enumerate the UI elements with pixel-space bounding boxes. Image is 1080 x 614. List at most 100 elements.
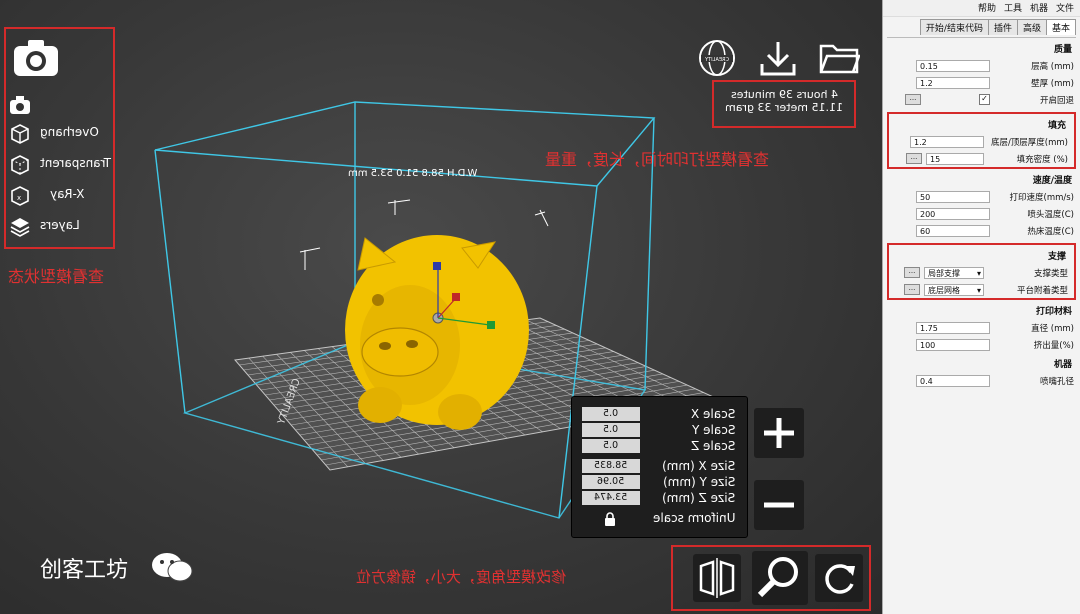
save-download-icon[interactable] bbox=[758, 38, 798, 78]
magnifier-icon bbox=[757, 557, 798, 598]
fill-more-button[interactable]: ... bbox=[906, 153, 922, 164]
fill-density-field[interactable]: 15 bbox=[926, 152, 984, 165]
menu-bar: 帮助 工具 机器 文件 bbox=[883, 0, 1080, 17]
filament-diameter-field[interactable]: 1.75 bbox=[916, 321, 990, 334]
scale-y-label: Scale Y bbox=[691, 423, 735, 437]
mirror-button[interactable] bbox=[693, 554, 741, 602]
scale-panel: 0.5 Scale X 0.5 Scale Y 0.5 Scale Z 58.835 S… bbox=[571, 396, 748, 538]
size-z-label: Size Z (mm) bbox=[661, 491, 735, 505]
layer-height-label: 层高 (mm) bbox=[1031, 61, 1074, 72]
adhesion-more-button[interactable]: ... bbox=[904, 284, 920, 295]
tab-basic[interactable]: 基本 bbox=[1045, 19, 1076, 35]
section-speed-title: 速度/温度 bbox=[1032, 176, 1072, 186]
mirror-icon bbox=[699, 558, 735, 598]
scale-button[interactable] bbox=[752, 551, 808, 605]
section-filament-title: 打印材料 bbox=[1035, 307, 1072, 317]
layers-icon bbox=[10, 218, 30, 237]
flow-label: 挤出量(%) bbox=[1033, 340, 1074, 351]
xray-mode[interactable]: x X-Ray bbox=[6, 183, 111, 207]
menu-tools[interactable]: 工具 bbox=[1004, 1, 1022, 15]
nozzle-size-label: 喷嘴孔径 bbox=[1039, 376, 1074, 387]
adhesion-type-label: 平台附着类型 bbox=[1016, 285, 1068, 296]
nozzle-temp-label: 喷头温度(C) bbox=[1027, 209, 1074, 220]
transparent-label: Transparent bbox=[40, 156, 112, 170]
print-info-box: 4 hours 39 minutes 11.15 meter 33 gram bbox=[712, 80, 856, 128]
size-z-field[interactable]: 53.474 bbox=[582, 491, 640, 505]
menu-file[interactable]: 文件 bbox=[1056, 1, 1074, 15]
retraction-more-button[interactable]: ... bbox=[905, 94, 921, 105]
filament-diameter-label: 直径 (mm) bbox=[1031, 323, 1074, 334]
annotation-modify: 修改模型角度，大小，镜像方位 bbox=[356, 568, 567, 586]
xray-label: X-Ray bbox=[50, 187, 85, 201]
creality-cloud-icon[interactable]: CREALITY bbox=[697, 38, 737, 78]
section-fill-title: 填充 bbox=[1047, 121, 1066, 131]
annotation-print-info: 查看模型打印时间，长度，重量 bbox=[545, 150, 770, 169]
wechat-icon bbox=[152, 553, 193, 582]
bottom-top-thickness-label: 底层/顶层厚度(mm) bbox=[990, 137, 1068, 148]
shell-thickness-field[interactable]: 1.2 bbox=[916, 76, 990, 89]
flow-field[interactable]: 100 bbox=[916, 338, 990, 351]
size-x-label: Size X (mm) bbox=[661, 459, 735, 473]
settings-panel: 帮助 工具 机器 文件 开始/结束代码 插件 高级 基本 质量 0.15 层高 (… bbox=[882, 0, 1080, 614]
bottom-top-thickness-field[interactable]: 1.2 bbox=[910, 135, 984, 148]
layers-label: Layers bbox=[40, 218, 80, 232]
print-speed-label: 打印速度(mm/s) bbox=[1009, 192, 1075, 203]
transparent-icon bbox=[11, 155, 29, 175]
plus-icon bbox=[764, 418, 794, 448]
scale-z-label: Scale Z bbox=[690, 439, 735, 453]
3d-viewport[interactable]: CREALITY W.D.H 58.8 51.0 53.5 mm Overhan… bbox=[0, 0, 882, 614]
menu-help[interactable]: 帮助 bbox=[978, 1, 996, 15]
adhesion-type-select[interactable]: 底层网格 bbox=[924, 283, 984, 296]
size-y-label: Size Y (mm) bbox=[662, 475, 735, 489]
uniform-scale-label: Uniform scale bbox=[652, 511, 735, 525]
tab-advanced[interactable]: 高级 bbox=[1016, 19, 1047, 35]
snapshot-small-icon[interactable] bbox=[9, 95, 31, 115]
support-more-button[interactable]: ... bbox=[904, 267, 920, 278]
section-support-title: 支撑 bbox=[1047, 252, 1066, 262]
lock-icon[interactable] bbox=[604, 511, 616, 530]
overhang-icon bbox=[11, 124, 29, 144]
bed-temp-field[interactable]: 60 bbox=[916, 224, 990, 237]
layers-mode[interactable]: Layers bbox=[6, 214, 111, 238]
overhang-mode[interactable]: Overhang bbox=[6, 121, 111, 145]
scale-x-label: Scale X bbox=[690, 407, 735, 421]
section-machine-title: 机器 bbox=[1053, 360, 1072, 370]
support-type-select[interactable]: 局部支撑 bbox=[924, 266, 984, 279]
tab-start-end-code[interactable]: 开始/结束代码 bbox=[919, 19, 989, 35]
scale-z-field[interactable]: 0.5 bbox=[582, 439, 640, 453]
scale-y-field[interactable]: 0.5 bbox=[582, 423, 640, 437]
nozzle-size-field[interactable]: 0.4 bbox=[916, 374, 990, 387]
zoom-in-button[interactable] bbox=[754, 408, 804, 458]
overhang-label: Overhang bbox=[40, 125, 99, 139]
menu-machine[interactable]: 机器 bbox=[1030, 1, 1048, 15]
svg-text:CREALITY: CREALITY bbox=[704, 57, 729, 63]
model-dimensions: W.D.H 58.8 51.0 53.5 mm bbox=[348, 168, 478, 179]
scale-x-field[interactable]: 0.5 bbox=[582, 407, 640, 421]
open-folder-icon[interactable] bbox=[818, 38, 861, 78]
fill-density-label: 填充密度 (%) bbox=[1016, 154, 1068, 165]
zoom-out-button[interactable] bbox=[754, 480, 804, 530]
transparent-mode[interactable]: Transparent bbox=[6, 152, 111, 176]
size-x-field[interactable]: 58.835 bbox=[582, 459, 640, 473]
section-quality-title: 质量 bbox=[1053, 45, 1072, 55]
tab-plugins[interactable]: 插件 bbox=[987, 19, 1018, 35]
rotate-icon bbox=[825, 564, 855, 594]
camera-icon[interactable] bbox=[12, 38, 60, 78]
watermark-text: 创客工坊 bbox=[40, 558, 129, 583]
retraction-checkbox[interactable]: ✓ bbox=[979, 94, 990, 105]
print-speed-field[interactable]: 50 bbox=[916, 190, 990, 203]
bed-temp-label: 热床温度(C) bbox=[1027, 226, 1074, 237]
rotate-button[interactable] bbox=[815, 554, 863, 602]
size-y-field[interactable]: 50.96 bbox=[582, 475, 640, 489]
support-type-label: 支撑类型 bbox=[1033, 268, 1068, 279]
nozzle-temp-field[interactable]: 200 bbox=[916, 207, 990, 220]
svg-text:x: x bbox=[17, 194, 21, 202]
shell-thickness-label: 壁厚 (mm) bbox=[1031, 78, 1074, 89]
settings-tabs: 开始/结束代码 插件 高级 基本 bbox=[883, 17, 1080, 37]
xray-icon: x bbox=[11, 186, 29, 206]
minus-icon bbox=[764, 502, 794, 508]
layer-height-field[interactable]: 0.15 bbox=[916, 59, 990, 72]
print-time: 4 hours 39 minutes bbox=[730, 88, 838, 101]
annotation-view-state: 查看模型状态 bbox=[8, 267, 105, 286]
retraction-label: 开启回退 bbox=[1039, 95, 1074, 106]
